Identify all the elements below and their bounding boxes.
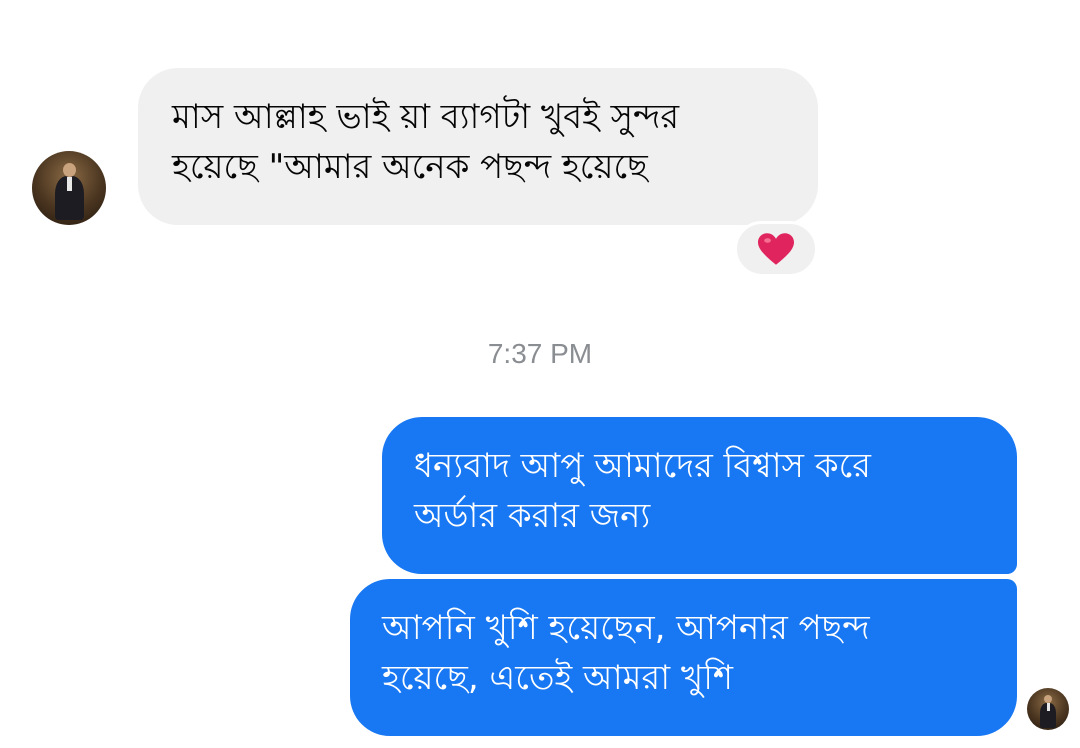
message-reaction[interactable] xyxy=(734,221,818,277)
avatar-figure-head xyxy=(63,163,76,177)
message-line: আপনি খুশি হয়েছেন, আপনার পছন্দ xyxy=(382,608,870,648)
sender-avatar[interactable] xyxy=(32,151,106,225)
incoming-message-bubble[interactable]: মাস আল্লাহ ভাই য়া ব্যাগটা খুবই সুন্দর হ… xyxy=(138,68,818,225)
avatar-figure-shirt xyxy=(67,177,72,191)
message-line: হয়েছে "আমার অনেক পছন্দ হয়েছে xyxy=(172,147,648,187)
message-line: মাস আল্লাহ ভাই য়া ব্যাগটা খুবই সুন্দর xyxy=(172,97,680,137)
message-line: ধন্যবাদ আপু আমাদের বিশ্বাস করে xyxy=(414,446,871,486)
message-line: হয়েছে, এতেই আমরা খুশি xyxy=(382,658,734,698)
message-timestamp: 7:37 PM xyxy=(487,338,593,369)
heart-icon xyxy=(758,232,794,265)
outgoing-message-bubble[interactable]: ধন্যবাদ আপু আমাদের বিশ্বাস করে অর্ডার কর… xyxy=(382,417,1017,574)
avatar-figure-shirt xyxy=(1047,703,1050,711)
avatar-figure-head xyxy=(1044,695,1052,703)
message-line: অর্ডার করার জন্য xyxy=(414,496,651,536)
outgoing-message-bubble[interactable]: আপনি খুশি হয়েছেন, আপনার পছন্দ হয়েছে, এ… xyxy=(350,579,1017,736)
seen-receipt-avatar xyxy=(1027,688,1069,730)
